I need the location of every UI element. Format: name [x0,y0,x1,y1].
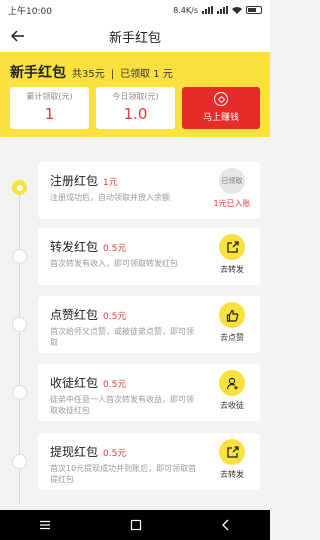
timeline-dot-active [12,180,27,195]
task-card-withdraw: 提现红包 0.5元 首次10元提现成功并到账后，即可领取首提红包 去转发 [38,433,260,490]
task-name: 点赞红包 [50,308,99,322]
share-icon [219,234,245,260]
task-card-like: 点赞红包 0.5元 首次给师父点赞，或被徒弟点赞，即可领取 去点赞 [38,296,260,353]
back-button[interactable] [8,26,28,46]
task-title-row: 转发红包 0.5元 [50,238,126,255]
task-amount: 0.5元 [103,380,127,390]
task-title-row: 提现红包 0.5元 [50,443,126,460]
stat-value: 1 [44,105,55,123]
task-desc: 首次给师父点赞，或被徒弟点赞，即可领取 [50,327,194,347]
share-button[interactable]: 去转发 [212,234,252,275]
task-amount: 0.5元 [103,449,127,459]
nav-bar: 新手红包 [0,20,270,52]
task-amount: 1元 [103,178,118,188]
signal-icon [202,6,213,14]
received-badge: 已领取 [219,168,245,194]
recruit-button[interactable]: 去收徒 [212,370,252,411]
stat-card-today: 今日领取(元) 1.0 [96,87,175,129]
task-name: 收徒红包 [50,376,99,390]
task-card-share: 转发红包 0.5元 首次转发有收入，即可领取转发红包 去转发 [38,228,260,285]
task-title-row: 收徒红包 0.5元 [50,374,126,391]
status-time: 上午10:00 [8,6,52,17]
wifi-icon [232,7,242,14]
status-indicators: 8.4K/s [173,6,262,15]
network-speed: 8.4K/s [173,5,198,15]
earn-money-button[interactable]: 马上赚钱 [182,87,260,129]
like-button[interactable]: 去点赞 [212,302,252,343]
task-action-label: 去收徒 [220,401,244,410]
stat-label: 今日领取(元) [112,92,159,101]
menu-icon[interactable] [39,520,51,530]
timeline-dot [12,249,27,264]
task-card-recruit: 收徒红包 0.5元 徒弟中任意一人首次转发有收益，即可领取收徒红包 去收徒 [38,364,260,421]
signal-icon-2 [217,6,228,14]
summary-received: 已领取 1 元 [120,69,173,80]
timeline-dot [12,385,27,400]
stat-label: 累计领取(元) [26,92,73,101]
task-desc: 首次10元提现成功并到账后，即可领取首提红包 [50,464,197,484]
status-bar: 上午10:00 8.4K/s [0,0,270,20]
task-desc: 徒弟中任意一人首次转发有收益，即可领取收徒红包 [50,395,194,415]
task-action-label: 去转发 [220,470,244,479]
home-icon[interactable] [130,519,142,531]
stat-card-total: 累计领取(元) 1 [10,87,89,129]
page-title: 新手红包 [108,30,161,46]
earn-button-label: 马上赚钱 [202,113,239,123]
task-status: 已领取 1元已入账 [212,168,252,209]
timeline-dot [12,317,27,332]
summary-total: 共35元 [72,69,105,80]
back-nav-icon[interactable] [221,519,231,531]
task-desc: 首次转发有收入，即可领取转发红包 [50,259,178,268]
thumbs-up-icon [219,302,245,328]
task-status-label: 1元已入账 [213,199,251,208]
task-name: 转发红包 [50,240,99,254]
system-nav-bar [0,510,270,540]
summary-line: 新手红包 共35元 | 已领取 1 元 [10,62,173,82]
task-name: 注册红包 [50,174,99,188]
task-card-register: 注册红包 1元 注册成功后，自动领取并放入余额 已领取 1元已入账 [38,162,260,219]
withdraw-share-button[interactable]: 去转发 [212,439,252,480]
task-amount: 0.5元 [103,312,127,322]
task-action-label: 去点赞 [220,333,244,342]
arrow-left-icon [11,30,24,42]
coin-icon [214,92,228,106]
share-icon [219,439,245,465]
task-desc: 注册成功后，自动领取并放入余额 [50,193,170,202]
task-title-row: 点赞红包 0.5元 [50,306,126,323]
task-amount: 0.5元 [103,244,127,254]
add-user-icon [219,370,245,396]
battery-icon [246,6,262,14]
task-name: 提现红包 [50,445,99,459]
task-action-label: 去转发 [220,265,244,274]
summary-title: 新手红包 [10,65,66,81]
timeline-dot [12,454,27,469]
summary-divider: | [110,69,115,80]
task-title-row: 注册红包 1元 [50,172,118,189]
stat-value: 1.0 [123,105,148,123]
